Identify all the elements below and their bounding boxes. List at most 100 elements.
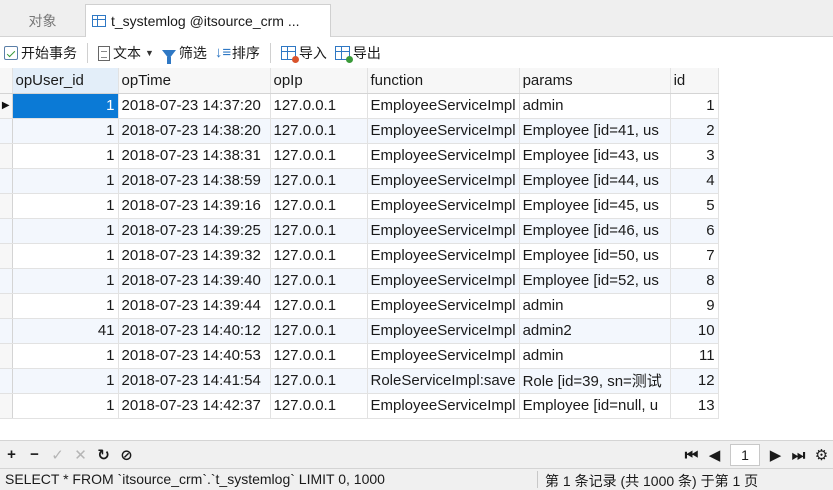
cell-params[interactable]: admin <box>519 343 671 369</box>
cell-function[interactable]: EmployeeServiceImpl <box>367 243 520 269</box>
next-page-button[interactable]: ▶ <box>764 444 787 466</box>
cell-id[interactable]: 1 <box>670 93 719 119</box>
add-record-button[interactable]: + <box>0 444 23 466</box>
cell-opuser-id[interactable]: 1 <box>12 93 119 119</box>
cell-optime[interactable]: 2018-07-23 14:38:20 <box>118 118 271 144</box>
table-row[interactable]: 1 2018-07-23 14:39:40 127.0.0.1 EmployeeSer… <box>0 268 719 294</box>
first-page-button[interactable]: ⏮ <box>680 444 703 466</box>
cell-opip[interactable]: 127.0.0.1 <box>270 318 368 344</box>
table-row[interactable]: 1 2018-07-23 14:40:53 127.0.0.1 EmployeeSer… <box>0 343 719 369</box>
cell-id[interactable]: 12 <box>670 368 719 394</box>
row-header[interactable] <box>0 343 13 369</box>
cell-opuser-id[interactable]: 1 <box>12 193 119 219</box>
cell-id[interactable]: 11 <box>670 343 719 369</box>
cell-id[interactable]: 4 <box>670 168 719 194</box>
export-button[interactable]: 导出 <box>331 41 385 65</box>
cell-params[interactable]: Employee [id=46, us <box>519 218 671 244</box>
cell-opip[interactable]: 127.0.0.1 <box>270 143 368 169</box>
cell-optime[interactable]: 2018-07-23 14:41:54 <box>118 368 271 394</box>
cell-opip[interactable]: 127.0.0.1 <box>270 393 368 419</box>
apply-changes-button[interactable]: ✓ <box>46 444 69 466</box>
table-row[interactable]: 1 2018-07-23 14:39:16 127.0.0.1 EmployeeSer… <box>0 193 719 219</box>
row-header[interactable] <box>0 143 13 169</box>
cell-params[interactable]: Employee [id=44, us <box>519 168 671 194</box>
cell-opip[interactable]: 127.0.0.1 <box>270 268 368 294</box>
cell-opuser-id[interactable]: 1 <box>12 393 119 419</box>
row-header[interactable] <box>0 118 13 144</box>
cell-params[interactable]: admin <box>519 293 671 319</box>
cell-params[interactable]: Employee [id=45, us <box>519 193 671 219</box>
cell-opip[interactable]: 127.0.0.1 <box>270 93 368 119</box>
cell-function[interactable]: EmployeeServiceImpl <box>367 93 520 119</box>
cell-id[interactable]: 2 <box>670 118 719 144</box>
table-row[interactable]: 1 2018-07-23 14:39:32 127.0.0.1 EmployeeSer… <box>0 243 719 269</box>
cell-opip[interactable]: 127.0.0.1 <box>270 343 368 369</box>
column-header-opuser-id[interactable]: opUser_id <box>12 68 119 94</box>
column-header-optime[interactable]: opTime <box>118 68 271 94</box>
cell-id[interactable]: 6 <box>670 218 719 244</box>
cell-function[interactable]: EmployeeServiceImpl <box>367 193 520 219</box>
cell-function[interactable]: EmployeeServiceImpl <box>367 143 520 169</box>
begin-transaction-button[interactable]: 开始事务 <box>0 41 81 65</box>
row-header[interactable] <box>0 293 13 319</box>
cell-optime[interactable]: 2018-07-23 14:38:31 <box>118 143 271 169</box>
sort-button[interactable]: ↓≡ 排序 <box>211 41 264 65</box>
cell-params[interactable]: admin2 <box>519 318 671 344</box>
cell-function[interactable]: EmployeeServiceImpl <box>367 293 520 319</box>
text-view-button[interactable]: 文本 ▼ <box>94 41 158 65</box>
cell-opip[interactable]: 127.0.0.1 <box>270 218 368 244</box>
cell-opip[interactable]: 127.0.0.1 <box>270 118 368 144</box>
column-header-function[interactable]: function <box>367 68 520 94</box>
cell-id[interactable]: 9 <box>670 293 719 319</box>
cell-id[interactable]: 5 <box>670 193 719 219</box>
cell-optime[interactable]: 2018-07-23 14:37:20 <box>118 93 271 119</box>
gear-icon[interactable]: ⚙ <box>810 444 833 466</box>
table-row[interactable]: 1 2018-07-23 14:41:54 127.0.0.1 RoleService… <box>0 368 719 394</box>
tab-table-systemlog[interactable]: t_systemlog @itsource_crm ... <box>85 4 331 37</box>
cell-id[interactable]: 13 <box>670 393 719 419</box>
cell-id[interactable]: 10 <box>670 318 719 344</box>
table-row[interactable]: 1 2018-07-23 14:38:31 127.0.0.1 EmployeeSer… <box>0 143 719 169</box>
table-row[interactable]: 1 2018-07-23 14:38:59 127.0.0.1 EmployeeSer… <box>0 168 719 194</box>
tab-objects[interactable]: 对象 <box>0 4 85 37</box>
cell-optime[interactable]: 2018-07-23 14:40:53 <box>118 343 271 369</box>
filter-button[interactable]: 筛选 <box>158 41 211 65</box>
cell-optime[interactable]: 2018-07-23 14:42:37 <box>118 393 271 419</box>
cell-opip[interactable]: 127.0.0.1 <box>270 243 368 269</box>
cell-opuser-id[interactable]: 1 <box>12 293 119 319</box>
row-header[interactable] <box>0 268 13 294</box>
cell-function[interactable]: EmployeeServiceImpl <box>367 343 520 369</box>
cell-params[interactable]: Role [id=39, sn=测试 <box>519 368 671 394</box>
column-header-id[interactable]: id <box>670 68 719 94</box>
table-row[interactable]: 1 2018-07-23 14:39:44 127.0.0.1 EmployeeSer… <box>0 293 719 319</box>
cell-function[interactable]: EmployeeServiceImpl <box>367 393 520 419</box>
chevron-down-icon[interactable]: ▼ <box>145 48 154 58</box>
stop-button[interactable]: ⊘ <box>115 444 138 466</box>
column-header-params[interactable]: params <box>519 68 671 94</box>
import-button[interactable]: 导入 <box>277 41 331 65</box>
cell-function[interactable]: EmployeeServiceImpl <box>367 268 520 294</box>
cell-opip[interactable]: 127.0.0.1 <box>270 368 368 394</box>
cell-optime[interactable]: 2018-07-23 14:39:16 <box>118 193 271 219</box>
cell-opuser-id[interactable]: 1 <box>12 343 119 369</box>
row-header[interactable] <box>0 168 13 194</box>
cell-id[interactable]: 3 <box>670 143 719 169</box>
discard-changes-button[interactable]: ✕ <box>69 444 92 466</box>
cell-opuser-id[interactable]: 1 <box>12 218 119 244</box>
row-header[interactable] <box>0 243 13 269</box>
row-header[interactable] <box>0 318 13 344</box>
table-row[interactable]: 41 2018-07-23 14:40:12 127.0.0.1 EmployeeSe… <box>0 318 719 344</box>
table-row[interactable]: ▶ 1 2018-07-23 14:37:20 127.0.0.1 EmployeeSe… <box>0 93 719 119</box>
cell-params[interactable]: Employee [id=50, us <box>519 243 671 269</box>
cell-function[interactable]: EmployeeServiceImpl <box>367 318 520 344</box>
cell-opuser-id[interactable]: 1 <box>12 168 119 194</box>
cell-optime[interactable]: 2018-07-23 14:40:12 <box>118 318 271 344</box>
cell-optime[interactable]: 2018-07-23 14:39:32 <box>118 243 271 269</box>
row-header[interactable] <box>0 193 13 219</box>
table-row[interactable]: 1 2018-07-23 14:38:20 127.0.0.1 EmployeeSer… <box>0 118 719 144</box>
cell-params[interactable]: Employee [id=null, u <box>519 393 671 419</box>
cell-opuser-id[interactable]: 1 <box>12 368 119 394</box>
column-header-opip[interactable]: opIp <box>270 68 368 94</box>
row-header[interactable] <box>0 218 13 244</box>
row-header[interactable] <box>0 393 13 419</box>
